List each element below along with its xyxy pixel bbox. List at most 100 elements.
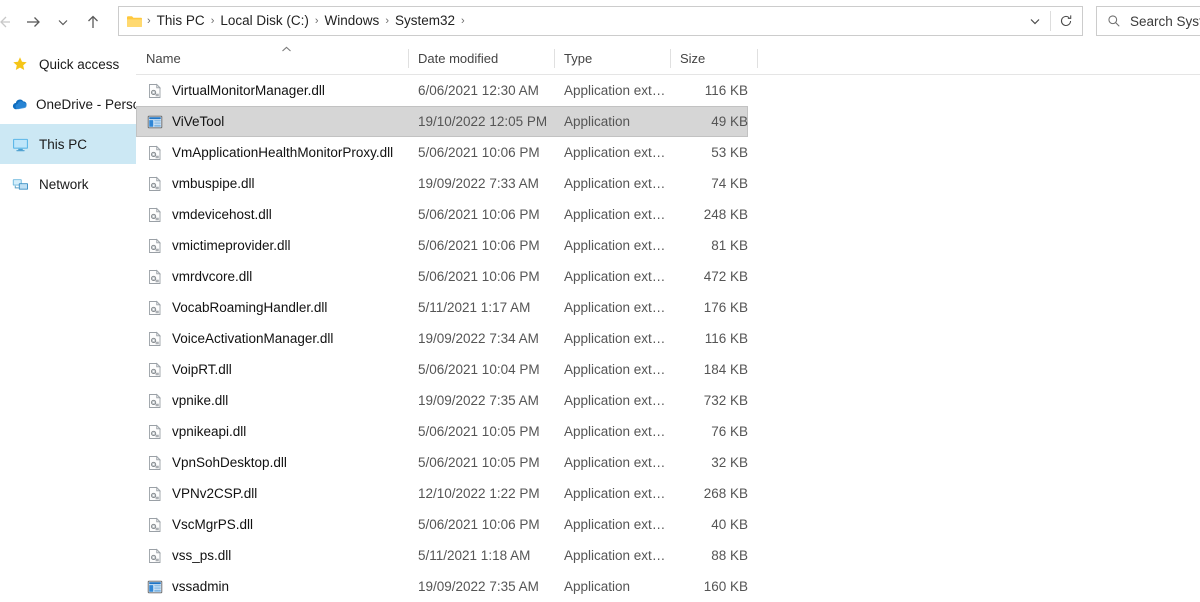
table-row[interactable]: VoiceActivationManager.dll 19/09/2022 7:3…	[136, 323, 748, 354]
refresh-icon[interactable]	[1052, 7, 1080, 35]
table-row[interactable]: VPNv2CSP.dll12/10/2022 1:22 PMApplicatio…	[136, 478, 748, 509]
table-row[interactable]: VmApplicationHealthMonitorProxy.dll5/06/…	[136, 137, 748, 168]
address-bar[interactable]: › This PC › Local Disk (C:) › Windows › …	[118, 6, 1083, 36]
dll-file-icon	[147, 83, 163, 99]
chevron-down-icon[interactable]	[1021, 7, 1049, 35]
column-header-name[interactable]: Name	[136, 43, 408, 74]
file-name-label: VmApplicationHealthMonitorProxy.dll	[172, 145, 393, 160]
file-name-label: vss_ps.dll	[172, 548, 231, 563]
dll-file-icon	[147, 300, 163, 316]
breadcrumb-this-pc[interactable]: This PC	[153, 7, 209, 35]
file-size-cell: 248 KB	[670, 207, 748, 222]
file-size-cell: 81 KB	[670, 238, 748, 253]
dll-file-icon	[147, 207, 163, 223]
file-date-cell: 5/06/2021 10:05 PM	[408, 455, 554, 470]
sidebar-item-label: This PC	[39, 137, 87, 152]
file-name-cell: VpnSohDesktop.dll	[136, 455, 408, 471]
recent-locations-button[interactable]	[48, 6, 78, 38]
table-row[interactable]: vpnikeapi.dll5/06/2021 10:05 PMApplicati…	[136, 416, 748, 447]
application-icon	[147, 114, 163, 130]
file-name-cell: vssadmin	[136, 579, 408, 595]
breadcrumb-separator: ›	[313, 7, 321, 35]
breadcrumb-separator: ›	[383, 7, 391, 35]
table-row[interactable]: VirtualMonitorManager.dll6/06/2021 12:30…	[136, 75, 748, 106]
file-name-label: vmrdvcore.dll	[172, 269, 252, 284]
dll-file-icon	[147, 455, 163, 471]
file-date-cell: 5/06/2021 10:06 PM	[408, 269, 554, 284]
file-name-label: VoipRT.dll	[172, 362, 232, 377]
file-name-cell: VirtualMonitorManager.dll	[136, 83, 408, 99]
address-bar-actions	[1021, 7, 1082, 35]
file-name-cell: vmrdvcore.dll	[136, 269, 408, 285]
breadcrumb-local-disk[interactable]: Local Disk (C:)	[216, 7, 313, 35]
sidebar-item-network[interactable]: Network	[0, 164, 136, 204]
back-button[interactable]	[0, 6, 18, 38]
sidebar-item-this-pc[interactable]: This PC	[0, 124, 136, 164]
table-row[interactable]: vmbuspipe.dll19/09/2022 7:33 AMApplicati…	[136, 168, 748, 199]
file-name-label: VoiceActivationManager.dll	[172, 331, 333, 346]
file-date-cell: 19/09/2022 7:35 AM	[408, 579, 554, 594]
file-size-cell: 40 KB	[670, 517, 748, 532]
search-box[interactable]: Search Syste	[1096, 6, 1200, 36]
table-row[interactable]: vpnike.dll19/09/2022 7:35 AMApplication …	[136, 385, 748, 416]
sidebar-item-label: Network	[39, 177, 89, 192]
breadcrumb-windows[interactable]: Windows	[321, 7, 384, 35]
table-row[interactable]: vssadmin19/09/2022 7:35 AMApplication160…	[136, 571, 748, 602]
file-date-cell: 5/11/2021 1:18 AM	[408, 548, 554, 563]
column-header-date-modified[interactable]: Date modified	[408, 43, 554, 74]
table-row[interactable]: VpnSohDesktop.dll5/06/2021 10:05 PMAppli…	[136, 447, 748, 478]
table-row[interactable]: vmrdvcore.dll 5/06/2021 10:06 PMApplicati…	[136, 261, 748, 292]
table-row[interactable]: VocabRoamingHandler.dll5/11/2021 1:17 AM…	[136, 292, 748, 323]
network-icon	[12, 177, 32, 192]
file-size-cell: 472 KB	[670, 269, 748, 284]
table-row[interactable]: vmdevicehost.dll5/06/2021 10:06 PMApplic…	[136, 199, 748, 230]
file-name-cell: vmdevicehost.dll	[136, 207, 408, 223]
navigation-pane: Quick access OneDrive - Personal This PC	[0, 44, 136, 600]
file-name-label: ViVeTool	[172, 114, 224, 129]
dll-file-icon	[147, 362, 163, 378]
column-headers: Name Date modified Type Size	[136, 44, 1200, 75]
column-header-end-divider	[757, 43, 758, 74]
forward-button[interactable]	[18, 6, 48, 38]
file-size-cell: 53 KB	[670, 145, 748, 160]
table-row[interactable]: VoipRT.dll5/06/2021 10:04 PMApplication …	[136, 354, 748, 385]
file-name-cell: VmApplicationHealthMonitorProxy.dll	[136, 145, 408, 161]
file-type-cell: Application exten...	[554, 331, 670, 346]
file-date-cell: 5/06/2021 10:05 PM	[408, 424, 554, 439]
dll-file-icon	[147, 548, 163, 564]
table-row[interactable]: vmictimeprovider.dll5/06/2021 10:06 PMAp…	[136, 230, 748, 261]
up-button[interactable]	[78, 6, 108, 38]
breadcrumb-separator: ›	[145, 7, 153, 35]
file-type-cell: Application exten...	[554, 238, 670, 253]
dll-file-icon	[147, 176, 163, 192]
file-list-pane: Name Date modified Type Size VirtualMoni…	[136, 44, 1200, 600]
file-name-label: VocabRoamingHandler.dll	[172, 300, 327, 315]
file-date-cell: 19/10/2022 12:05 PM	[408, 114, 554, 129]
file-size-cell: 116 KB	[670, 83, 748, 98]
table-row[interactable]: ViVeTool19/10/2022 12:05 PMApplication49…	[136, 106, 748, 137]
file-date-cell: 19/09/2022 7:34 AM	[408, 331, 554, 346]
dll-file-icon	[147, 486, 163, 502]
column-header-label: Name	[146, 51, 181, 66]
file-type-cell: Application exten...	[554, 424, 670, 439]
dll-file-icon	[147, 393, 163, 409]
breadcrumb-system32[interactable]: System32	[391, 7, 459, 35]
file-name-cell: ViVeTool	[136, 114, 408, 130]
column-header-size[interactable]: Size	[670, 43, 757, 74]
file-type-cell: Application exten...	[554, 269, 670, 284]
table-row[interactable]: vss_ps.dll5/11/2021 1:18 AMApplication e…	[136, 540, 748, 571]
file-type-cell: Application exten...	[554, 176, 670, 191]
navigation-buttons	[0, 0, 108, 44]
file-date-cell: 5/06/2021 10:06 PM	[408, 207, 554, 222]
sidebar-item-onedrive[interactable]: OneDrive - Personal	[0, 84, 136, 124]
sidebar-item-quick-access[interactable]: Quick access	[0, 44, 136, 84]
table-row[interactable]: VscMgrPS.dll5/06/2021 10:06 PMApplicatio…	[136, 509, 748, 540]
file-name-cell: VoiceActivationManager.dll	[136, 331, 408, 347]
file-name-cell: vmbuspipe.dll	[136, 176, 408, 192]
dll-file-icon	[147, 331, 163, 347]
file-name-cell: VPNv2CSP.dll	[136, 486, 408, 502]
file-name-label: vmdevicehost.dll	[172, 207, 272, 222]
column-header-type[interactable]: Type	[554, 43, 670, 74]
dll-file-icon	[147, 269, 163, 285]
toolbar: › This PC › Local Disk (C:) › Windows › …	[0, 0, 1200, 44]
